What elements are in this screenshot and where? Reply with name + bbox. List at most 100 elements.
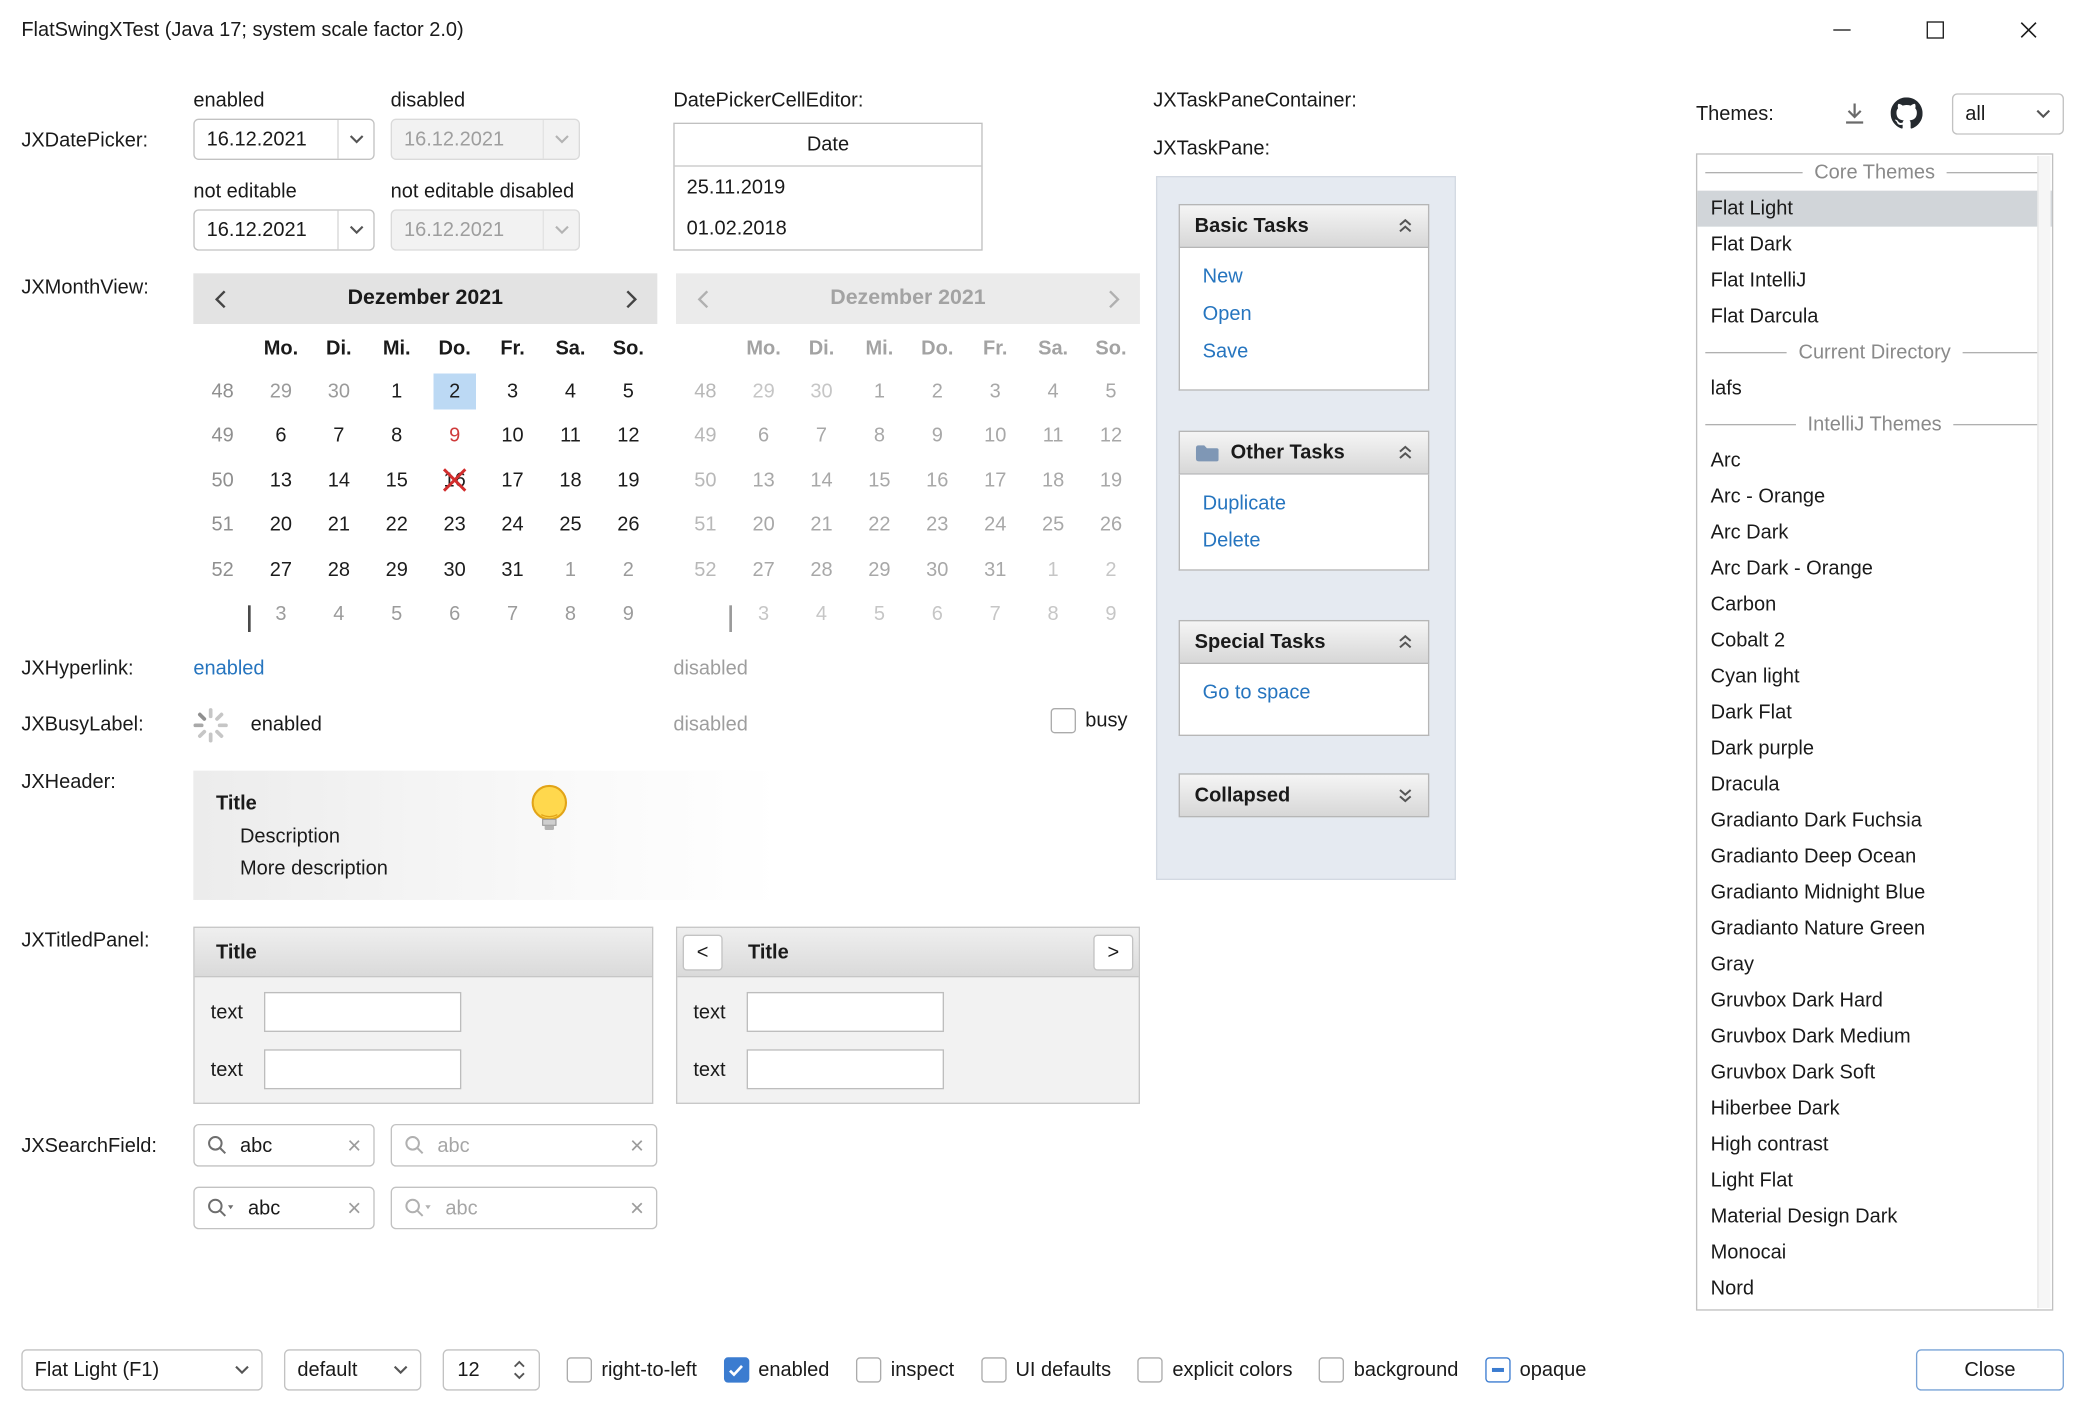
calendar-day-cell[interactable]: 14	[310, 458, 368, 503]
calendar-day-cell[interactable]: 1	[368, 369, 426, 414]
calendar-day-cell[interactable]: 30	[310, 369, 368, 414]
checkbox-box[interactable]	[981, 1357, 1006, 1382]
theme-list-item[interactable]: Arc - Orange	[1697, 479, 2052, 515]
theme-list-item[interactable]: Gradianto Deep Ocean	[1697, 839, 2052, 875]
task-link-delete[interactable]: Delete	[1203, 529, 1406, 552]
calendar-day-cell[interactable]: 30	[426, 547, 484, 592]
calendar-day-cell[interactable]: 9	[426, 413, 484, 458]
theme-list-item[interactable]: Gruvbox Dark Soft	[1697, 1055, 2052, 1091]
theme-list-item[interactable]: Arc Dark - Orange	[1697, 551, 2052, 587]
taskpane-header[interactable]: Basic Tasks	[1179, 204, 1430, 248]
theme-list-item[interactable]: Cyan light	[1697, 659, 2052, 695]
calendar-day-cell[interactable]: 2	[599, 547, 657, 592]
search-icon[interactable]	[207, 1135, 228, 1156]
search-field[interactable]: ×	[193, 1124, 374, 1167]
calendar-day-cell[interactable]: 15	[368, 458, 426, 503]
theme-list[interactable]: Core ThemesFlat LightFlat DarkFlat Intel…	[1696, 153, 2053, 1310]
checkbox-background[interactable]: background	[1319, 1357, 1458, 1382]
expand-icon[interactable]	[1397, 788, 1413, 803]
font-combo[interactable]: default	[284, 1349, 421, 1390]
theme-list-item[interactable]: High contrast	[1697, 1127, 2052, 1163]
close-window-button[interactable]	[1981, 0, 2074, 60]
search-field-with-menu[interactable]: ×	[193, 1187, 374, 1230]
chevron-down-icon[interactable]	[513, 1372, 525, 1380]
checkbox-explicit-colors[interactable]: explicit colors	[1138, 1357, 1293, 1382]
task-link-save[interactable]: Save	[1203, 340, 1406, 363]
theme-list-item[interactable]: Gradianto Dark Fuchsia	[1697, 803, 2052, 839]
table-column-header[interactable]: Date	[675, 124, 982, 167]
task-link-go-to-space[interactable]: Go to space	[1203, 681, 1406, 704]
checkbox-opaque[interactable]: opaque	[1485, 1357, 1586, 1382]
calendar-day-cell[interactable]: 2	[426, 369, 484, 414]
calendar-day-cell[interactable]: 22	[368, 503, 426, 548]
theme-list-item[interactable]: Material Design Dark	[1697, 1199, 2052, 1235]
collapse-icon[interactable]	[1397, 635, 1413, 650]
theme-list-item[interactable]: Dark purple	[1697, 731, 2052, 767]
chevron-up-icon[interactable]	[513, 1360, 525, 1368]
calendar-day-cell[interactable]: 4	[542, 369, 600, 414]
busy-checkbox[interactable]: busy	[1051, 708, 1128, 733]
calendar-day-cell[interactable]: 5	[599, 369, 657, 414]
theme-list-item[interactable]: Light Flat	[1697, 1163, 2052, 1199]
calendar-day-cell[interactable]: 3	[252, 592, 310, 637]
theme-list-item[interactable]: Flat Darcula	[1697, 299, 2052, 335]
taskpane-header[interactable]: Other Tasks	[1179, 431, 1430, 475]
calendar-day-cell[interactable]: 21	[310, 503, 368, 548]
calendar-day-cell[interactable]: 31	[484, 547, 542, 592]
calendar-day-cell[interactable]: 18	[542, 458, 600, 503]
prev-month-button[interactable]	[193, 273, 246, 324]
task-link-new[interactable]: New	[1203, 265, 1406, 288]
calendar-day-cell[interactable]: 16	[426, 458, 484, 503]
chevron-down-icon[interactable]	[337, 120, 373, 159]
calendar-day-cell[interactable]: 8	[542, 592, 600, 637]
calendar-day-cell[interactable]: 29	[368, 547, 426, 592]
calendar-day-cell[interactable]: 9	[599, 592, 657, 637]
taskpane-header[interactable]: Collapsed	[1179, 773, 1430, 817]
calendar-day-cell[interactable]: 5	[368, 592, 426, 637]
calendar-day-cell[interactable]: 24	[484, 503, 542, 548]
hyperlink-enabled[interactable]: enabled	[193, 657, 264, 680]
collapse-icon[interactable]	[1397, 445, 1413, 460]
calendar-day-cell[interactable]: 29	[252, 369, 310, 414]
calendar-day-cell[interactable]: 3	[484, 369, 542, 414]
checkbox-box[interactable]	[1138, 1357, 1163, 1382]
minimize-button[interactable]	[1795, 0, 1888, 60]
theme-list-item[interactable]: Arc Dark	[1697, 515, 2052, 551]
theme-list-item[interactable]: Carbon	[1697, 587, 2052, 623]
calendar-day-cell[interactable]: 20	[252, 503, 310, 548]
laf-combo[interactable]: Flat Light (F1)	[21, 1349, 262, 1390]
font-size-spinner[interactable]: 12	[443, 1349, 540, 1390]
clear-icon[interactable]: ×	[347, 1196, 361, 1220]
theme-list-item[interactable]: Arc	[1697, 443, 2052, 479]
theme-list-item[interactable]: Flat IntelliJ	[1697, 263, 2052, 299]
theme-list-item[interactable]: Gray	[1697, 947, 2052, 983]
checkbox-box[interactable]	[856, 1357, 881, 1382]
theme-list-item[interactable]: Gradianto Nature Green	[1697, 911, 2052, 947]
theme-list-item[interactable]: Flat Dark	[1697, 227, 2052, 263]
theme-list-item[interactable]: Gradianto Midnight Blue	[1697, 875, 2052, 911]
calendar-day-cell[interactable]: 28	[310, 547, 368, 592]
checkbox-right-to-left[interactable]: right-to-left	[567, 1357, 697, 1382]
checkbox-ui-defaults[interactable]: UI defaults	[981, 1357, 1111, 1382]
themes-filter-combo[interactable]: all	[1952, 93, 2064, 134]
checkbox-box[interactable]	[724, 1357, 749, 1382]
next-button[interactable]: >	[1093, 934, 1133, 970]
task-link-open[interactable]: Open	[1203, 303, 1406, 326]
calendar-day-cell[interactable]: 6	[426, 592, 484, 637]
checkbox-box[interactable]	[567, 1357, 592, 1382]
task-link-duplicate[interactable]: Duplicate	[1203, 492, 1406, 515]
calendar-day-cell[interactable]: 4	[310, 592, 368, 637]
search-input[interactable]	[237, 1133, 347, 1158]
theme-list-item[interactable]: Gruvbox Dark Medium	[1697, 1019, 2052, 1055]
spinner-value[interactable]: 12	[444, 1359, 504, 1382]
checkbox-enabled[interactable]: enabled	[724, 1357, 830, 1382]
theme-list-item[interactable]: Dark Flat	[1697, 695, 2052, 731]
maximize-button[interactable]	[1888, 0, 1981, 60]
checkbox-box[interactable]	[1319, 1357, 1344, 1382]
download-icon[interactable]	[1840, 99, 1869, 128]
github-icon[interactable]	[1891, 97, 1923, 129]
calendar-day-cell[interactable]: 17	[484, 458, 542, 503]
calendar-day-cell[interactable]: 11	[542, 413, 600, 458]
theme-list-item[interactable]: lafs	[1697, 371, 2052, 407]
collapse-icon[interactable]	[1397, 219, 1413, 234]
